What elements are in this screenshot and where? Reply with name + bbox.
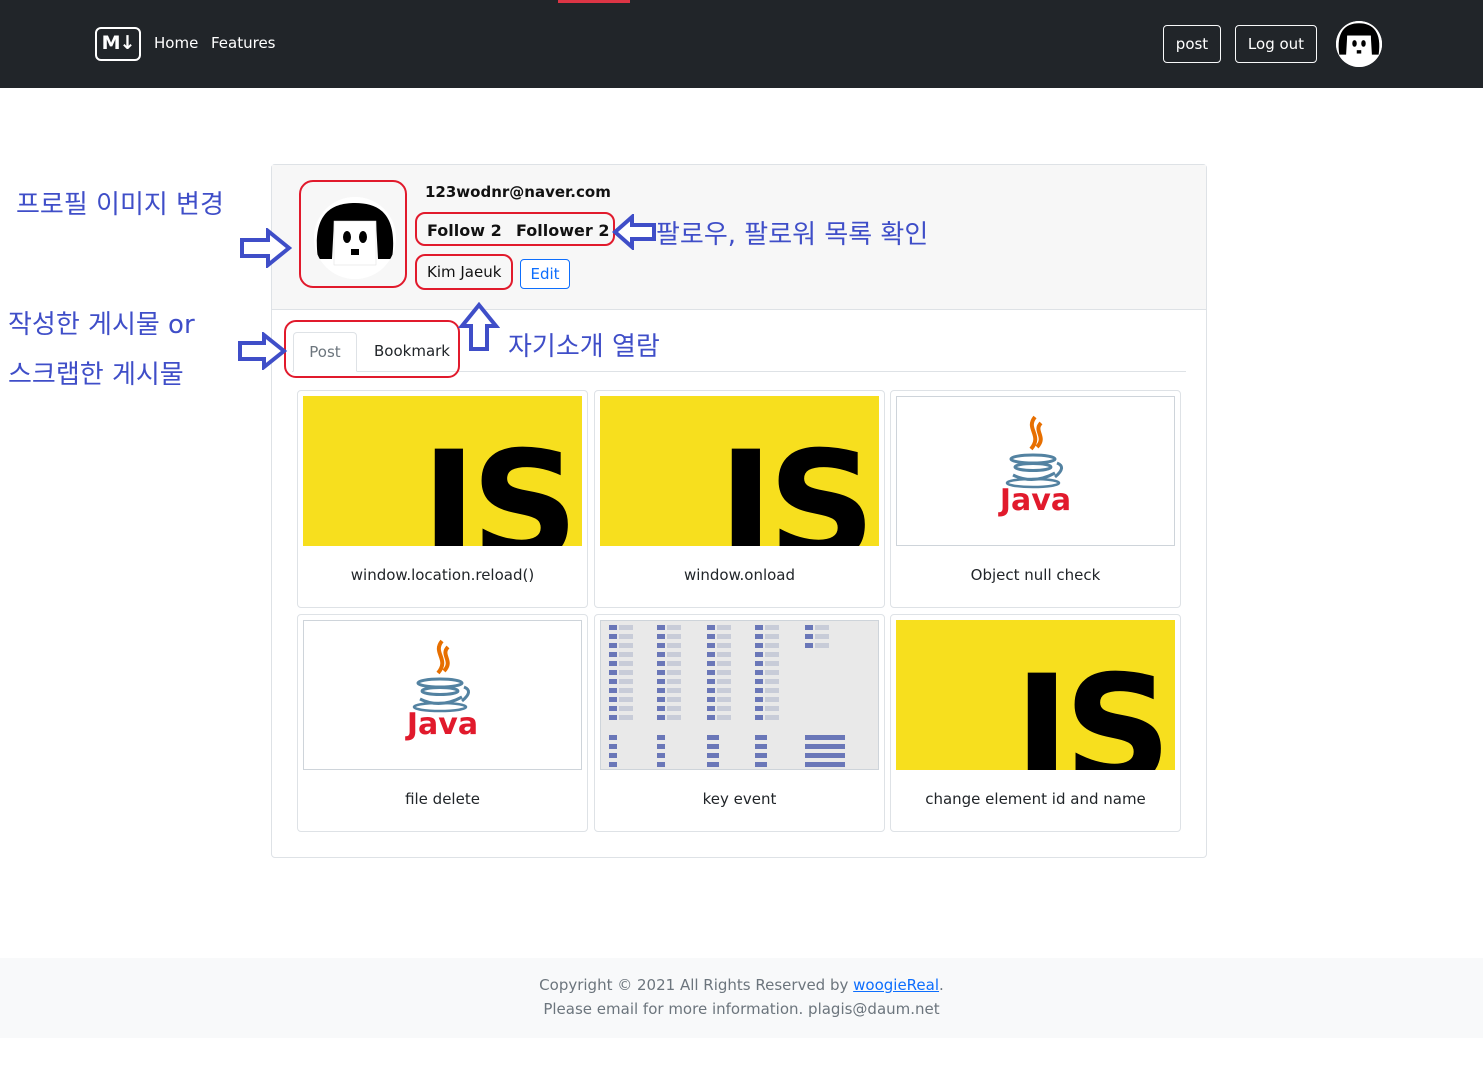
copyright-period: .: [939, 976, 944, 994]
post-title[interactable]: window.onload: [595, 566, 884, 584]
js-logo-text: JS: [1014, 644, 1172, 770]
post-card[interactable]: Java Object null check: [890, 390, 1181, 608]
arrow-right-icon: [240, 228, 292, 268]
post-title[interactable]: window.location.reload(): [298, 566, 587, 584]
footer-contact: Please email for more information. plagi…: [543, 1000, 940, 1018]
java-cup-icon: [412, 639, 470, 713]
post-button[interactable]: post: [1163, 25, 1221, 63]
copyright-text: Copyright © 2021 All Rights Reserved by: [539, 976, 854, 994]
post-title[interactable]: file delete: [298, 790, 587, 808]
logout-button[interactable]: Log out: [1235, 25, 1317, 63]
java-logo-icon: Java: [303, 620, 582, 770]
annotation-intro: 자기소개 열람: [508, 332, 660, 362]
annotation-posts-line2: 스크랩한 게시물: [8, 360, 184, 390]
highlight-tabs: [284, 320, 460, 378]
footer: Copyright © 2021 All Rights Reserved by …: [0, 958, 1483, 1038]
annotation-posts-line1: 작성한 게시물 or: [8, 310, 195, 340]
js-logo-text: JS: [421, 420, 579, 546]
highlight-profile-image: [299, 180, 407, 288]
java-logo-icon: Java: [896, 396, 1175, 546]
footer-copyright: Copyright © 2021 All Rights Reserved by …: [0, 976, 1483, 994]
arrow-up-icon: [458, 302, 500, 351]
js-logo-icon: JS: [303, 396, 582, 546]
annotation-follow-list: 팔로우, 팔로워 목록 확인: [656, 220, 929, 250]
js-logo-text: JS: [718, 420, 876, 546]
arrow-right-icon: [238, 332, 288, 370]
post-title[interactable]: change element id and name: [891, 790, 1180, 808]
avatar-face-icon: [1336, 21, 1382, 67]
profile-card: 123wodnr@naver.com Follow 2 Follower 2 K…: [271, 164, 1207, 858]
edit-profile-button[interactable]: Edit: [520, 259, 570, 289]
profile-email: 123wodnr@naver.com: [425, 183, 611, 201]
nav-link-features[interactable]: Features: [211, 34, 276, 52]
post-card[interactable]: JS window.location.reload(): [297, 390, 588, 608]
brand-logo[interactable]: M↓: [95, 27, 141, 61]
post-card[interactable]: Java file delete: [297, 614, 588, 832]
java-logo-text: Java: [406, 707, 479, 742]
java-logo-text: Java: [999, 483, 1072, 518]
js-logo-icon: JS: [600, 396, 879, 546]
js-logo-icon: JS: [896, 620, 1175, 770]
keycode-table-icon: [600, 620, 879, 770]
navbar: M↓ Home Features post Log out: [0, 0, 1483, 88]
post-card[interactable]: key event: [594, 614, 885, 832]
post-title[interactable]: Object null check: [891, 566, 1180, 584]
post-card[interactable]: JS change element id and name: [890, 614, 1181, 832]
annotation-profile-image: 프로필 이미지 변경: [16, 190, 224, 220]
highlight-follow: [415, 212, 615, 246]
highlight-username: [415, 254, 513, 290]
nav-link-home[interactable]: Home: [154, 34, 198, 52]
post-card[interactable]: JS window.onload: [594, 390, 885, 608]
java-cup-icon: [1005, 415, 1063, 489]
author-link[interactable]: woogieReal: [853, 976, 939, 994]
arrow-left-icon: [612, 214, 656, 250]
keycode-grid-icon: [609, 625, 845, 767]
progress-indicator: [558, 0, 630, 3]
post-title[interactable]: key event: [595, 790, 884, 808]
user-avatar[interactable]: [1336, 21, 1382, 67]
